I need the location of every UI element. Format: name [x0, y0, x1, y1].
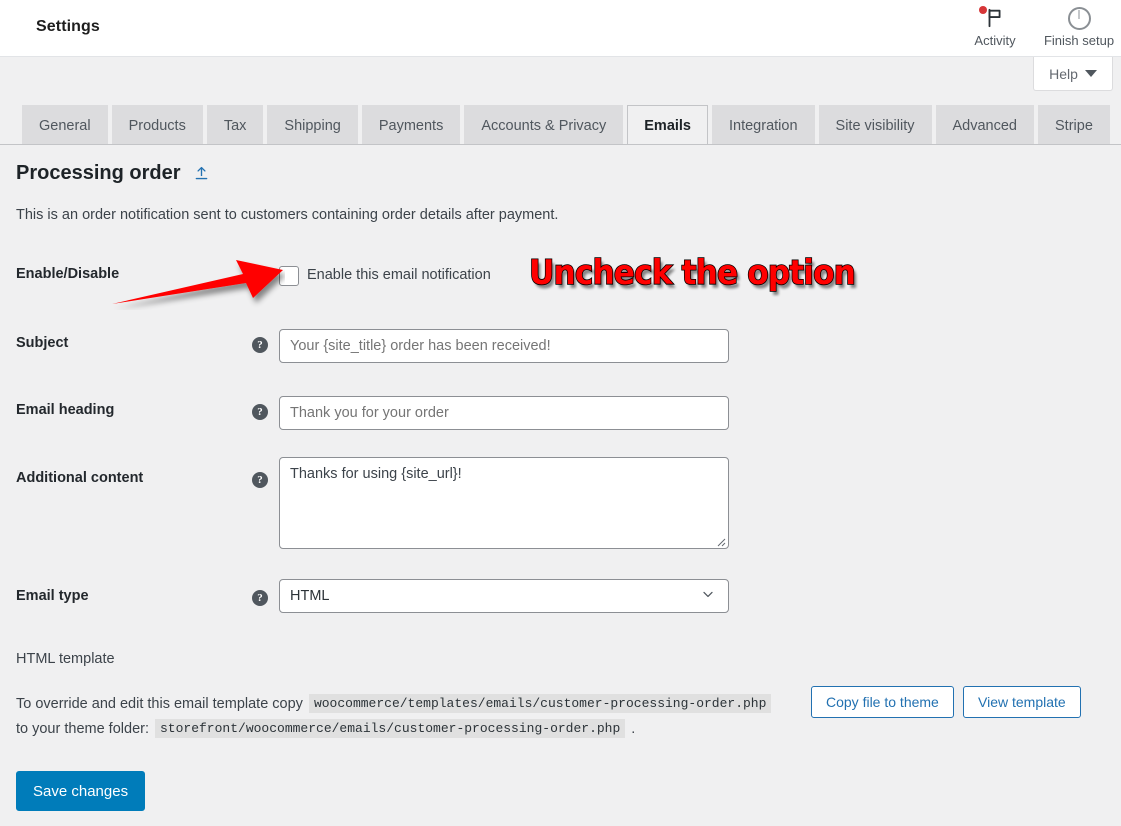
email-type-select[interactable]: HTML	[279, 579, 729, 613]
app-header: Settings Activity Finish setup	[0, 0, 1121, 57]
enable-email-checkbox[interactable]	[279, 266, 299, 286]
chevron-down-icon	[1085, 70, 1097, 77]
email-type-value: HTML	[290, 588, 329, 604]
enable-email-checkbox-label[interactable]: Enable this email notification	[307, 267, 491, 283]
email-type-help-icon[interactable]: ?	[252, 590, 268, 606]
annotation-arrow-icon	[110, 258, 285, 310]
additional-content-help-icon[interactable]: ?	[252, 472, 268, 488]
additional-content-textarea[interactable]	[279, 457, 729, 549]
finish-setup-button[interactable]: Finish setup	[1037, 0, 1121, 57]
save-changes-button[interactable]: Save changes	[16, 771, 145, 811]
subject-help-icon[interactable]: ?	[252, 337, 268, 353]
finish-setup-label: Finish setup	[1044, 33, 1114, 48]
annotation-text: Uncheck the option	[529, 253, 855, 293]
subject-input[interactable]	[279, 329, 729, 363]
html-template-theme-path: storefront/woocommerce/emails/customer-p…	[155, 719, 625, 738]
html-template-line-2: to your theme folder: storefront/woocomm…	[16, 719, 635, 738]
activity-label: Activity	[974, 33, 1015, 48]
settings-tabs: General Products Tax Shipping Payments A…	[22, 105, 1110, 145]
chevron-down-icon	[700, 586, 716, 606]
html-template-line-1: To override and edit this email template…	[16, 694, 771, 713]
html-template-title: HTML template	[16, 651, 115, 667]
tab-payments[interactable]: Payments	[362, 105, 460, 145]
tab-integration[interactable]: Integration	[712, 105, 815, 145]
page-title-header: Settings	[36, 18, 100, 36]
settings-page: Settings Activity Finish setup	[0, 0, 1121, 826]
tab-stripe[interactable]: Stripe	[1038, 105, 1110, 145]
header-actions: Activity Finish setup	[953, 0, 1121, 57]
activity-badge-dot	[979, 6, 987, 14]
html-template-line2-suffix: .	[631, 721, 635, 737]
html-template-line1-prefix: To override and edit this email template…	[16, 696, 303, 712]
enable-disable-label: Enable/Disable	[16, 266, 119, 282]
tab-emails[interactable]: Emails	[627, 105, 708, 145]
tab-accounts-privacy[interactable]: Accounts & Privacy	[464, 105, 623, 145]
tabs-underline	[0, 144, 1121, 145]
html-template-source-path: woocommerce/templates/emails/customer-pr…	[309, 694, 771, 713]
help-label: Help	[1049, 66, 1078, 82]
email-heading-input[interactable]	[279, 396, 729, 430]
tab-tax[interactable]: Tax	[207, 105, 264, 145]
copy-file-to-theme-button[interactable]: Copy file to theme	[811, 686, 954, 718]
view-template-button[interactable]: View template	[963, 686, 1081, 718]
tab-products[interactable]: Products	[112, 105, 203, 145]
tab-shipping[interactable]: Shipping	[267, 105, 357, 145]
progress-circle-icon	[1068, 5, 1091, 31]
help-button[interactable]: Help	[1033, 57, 1113, 91]
tab-advanced[interactable]: Advanced	[936, 105, 1035, 145]
email-heading-help-icon[interactable]: ?	[252, 404, 268, 420]
return-arrow-icon[interactable]	[193, 165, 210, 182]
email-type-label: Email type	[16, 588, 89, 604]
section-heading-text: Processing order	[16, 162, 181, 185]
activity-button[interactable]: Activity	[953, 0, 1037, 57]
tab-site-visibility[interactable]: Site visibility	[819, 105, 932, 145]
html-template-line2-prefix: to your theme folder:	[16, 721, 149, 737]
flag-icon	[984, 5, 1006, 31]
subject-label: Subject	[16, 335, 68, 351]
section-heading: Processing order	[16, 162, 210, 185]
section-description: This is an order notification sent to cu…	[16, 207, 558, 223]
additional-content-label: Additional content	[16, 470, 143, 486]
tab-general[interactable]: General	[22, 105, 108, 145]
email-heading-label: Email heading	[16, 402, 114, 418]
